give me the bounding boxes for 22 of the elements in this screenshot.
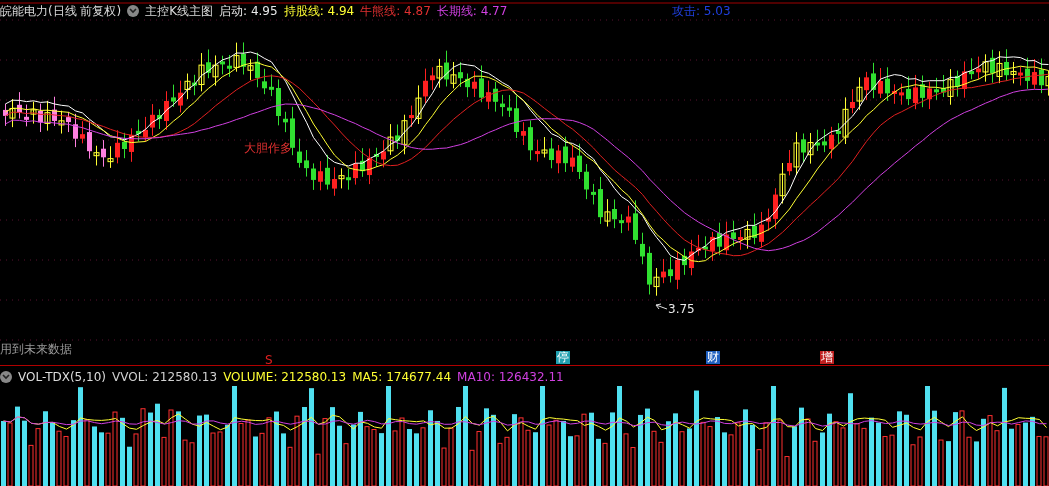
volume-reading: MA10: 126432.11 [457,369,564,386]
event-marker: S [265,352,273,369]
indicator-name: VOL-TDX(5,10) [18,369,107,386]
future-data-note: 用到未来数据 [0,341,72,358]
event-marker: 停 [556,351,570,364]
indicator-reading: 启动: 4.95 [219,3,278,20]
indicator-reading: 长期线: 4.77 [436,3,508,20]
low-price-label: 3.75 [668,301,695,318]
indicator-name: 主控K线主图 [145,3,214,20]
attack-reading: 攻击: 5.03 [672,3,731,20]
stock-title: 皖能电力(日线 前复权) [0,3,122,20]
volume-reading: VVOL: 212580.13 [112,369,218,386]
event-marker: 增 [820,351,834,364]
volume-reading: VOLUME: 212580.13 [223,369,347,386]
collapse-icon[interactable] [127,5,140,17]
collapse-icon[interactable] [0,371,12,383]
arrow-icon [654,303,668,311]
indicator-reading: 牛熊线: 4.87 [360,3,431,20]
signal-label: 大胆作多 [244,140,292,157]
indicator-reading: 持股线: 4.94 [283,3,355,20]
volume-reading: MA5: 174677.44 [352,369,452,386]
event-marker: 财 [706,351,720,364]
